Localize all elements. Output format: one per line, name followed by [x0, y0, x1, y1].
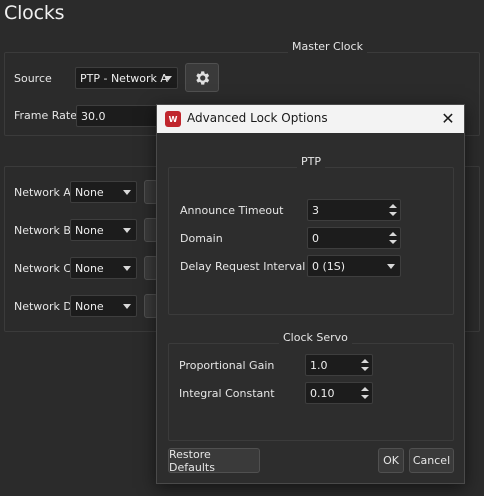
proportional-gain-spinbox[interactable]: 1.0	[305, 354, 373, 376]
ptp-group-title: PTP	[297, 155, 325, 168]
network-d-select[interactable]: None	[70, 295, 137, 317]
clock-servo-group-title: Clock Servo	[279, 331, 352, 344]
chevron-down-icon	[387, 264, 395, 269]
network-c-label: Network C	[14, 262, 72, 275]
announce-timeout-label: Announce Timeout	[180, 204, 284, 217]
chevron-down-icon	[123, 266, 131, 271]
network-a-label: Network A	[14, 186, 71, 199]
ok-button[interactable]: OK	[378, 448, 404, 473]
master-clock-group-title: Master Clock	[288, 40, 367, 53]
announce-timeout-spinbox[interactable]: 3	[307, 199, 401, 221]
network-b-select-value: None	[75, 223, 104, 237]
source-select[interactable]: PTP - Network A	[75, 67, 178, 89]
advanced-lock-options-dialog: W Advanced Lock Options ✕ PTP Announce T…	[156, 104, 465, 484]
integral-constant-label: Integral Constant	[179, 387, 275, 400]
gear-icon	[196, 70, 210, 85]
integral-constant-spinbox[interactable]: 0.10	[305, 382, 373, 404]
source-settings-button[interactable]	[185, 63, 219, 92]
cancel-button[interactable]: Cancel	[409, 448, 454, 473]
network-d-label: Network D	[14, 300, 72, 313]
frame-rate-label: Frame Rate	[14, 109, 77, 122]
spin-down-icon[interactable]	[389, 212, 397, 216]
proportional-gain-label: Proportional Gain	[179, 359, 275, 372]
announce-timeout-value: 3	[312, 203, 319, 217]
chevron-down-icon	[123, 190, 131, 195]
network-a-select-value: None	[75, 185, 104, 199]
spin-down-icon[interactable]	[361, 367, 369, 371]
network-c-select[interactable]: None	[70, 257, 137, 279]
domain-value: 0	[312, 231, 319, 245]
domain-spinbox[interactable]: 0	[307, 227, 401, 249]
spin-up-icon[interactable]	[389, 232, 397, 236]
network-c-select-value: None	[75, 261, 104, 275]
chevron-down-icon	[123, 304, 131, 309]
dialog-title: Advanced Lock Options	[187, 111, 328, 125]
network-b-label: Network B	[14, 224, 71, 237]
spin-down-icon[interactable]	[389, 240, 397, 244]
spin-down-icon[interactable]	[361, 395, 369, 399]
proportional-gain-value: 1.0	[310, 358, 328, 372]
delay-request-interval-select[interactable]: 0 (1S)	[307, 255, 401, 277]
chevron-down-icon	[123, 228, 131, 233]
spin-up-icon[interactable]	[389, 204, 397, 208]
chevron-down-icon	[164, 76, 172, 81]
frame-rate-value: 30.0	[81, 109, 106, 123]
spin-up-icon[interactable]	[361, 387, 369, 391]
source-label: Source	[14, 72, 52, 85]
app-logo-icon: W	[165, 111, 181, 127]
page-title: Clocks	[4, 2, 65, 24]
delay-request-interval-value: 0 (1S)	[312, 259, 346, 273]
dialog-titlebar: W Advanced Lock Options ✕	[157, 105, 464, 133]
network-d-select-value: None	[75, 299, 104, 313]
spin-up-icon[interactable]	[361, 359, 369, 363]
close-icon[interactable]: ✕	[440, 109, 456, 128]
network-a-select[interactable]: None	[70, 181, 137, 203]
network-b-select[interactable]: None	[70, 219, 137, 241]
integral-constant-value: 0.10	[310, 386, 335, 400]
frame-rate-input[interactable]: 30.0	[76, 105, 158, 127]
delay-request-interval-label: Delay Request Interval	[180, 260, 306, 273]
source-select-value: PTP - Network A	[80, 71, 168, 85]
domain-label: Domain	[180, 232, 223, 245]
restore-defaults-button[interactable]: Restore Defaults	[168, 448, 260, 474]
